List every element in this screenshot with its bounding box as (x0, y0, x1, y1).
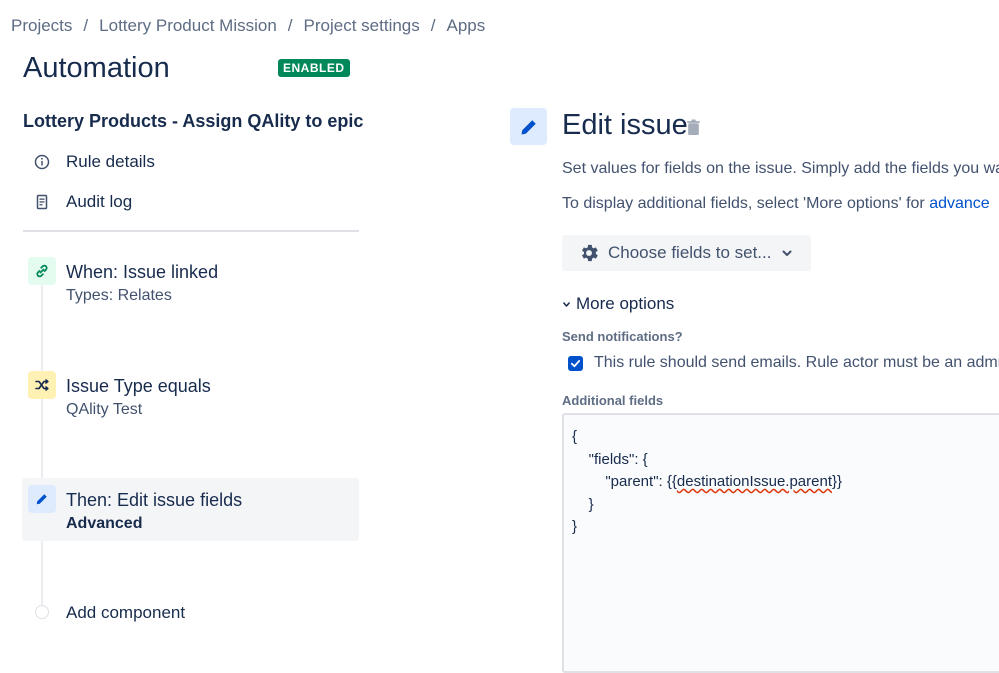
additional-fields-editor[interactable]: { "fields": { "parent": {{destinationIss… (562, 413, 999, 673)
rule-details-label: Rule details (66, 152, 155, 171)
action-step[interactable]: Then: Edit issue fields Advanced (28, 485, 242, 533)
hint-text: To display additional fields, select 'Mo… (562, 195, 930, 212)
rule-name: Lottery Products - Assign QAlity to epic (23, 111, 364, 131)
code-line: { (572, 428, 578, 445)
code-line: "fields": { (572, 450, 648, 468)
code-line: } (572, 495, 594, 513)
step-title: Issue Type equals (66, 376, 211, 396)
info-icon (34, 154, 50, 170)
step-title: When: Issue linked (66, 262, 219, 282)
chevron-down-icon (562, 300, 571, 309)
trigger-step[interactable]: When: Issue linked Types: Relates (28, 257, 218, 305)
edit-issue-icon (510, 108, 547, 145)
breadcrumb-item-project-settings[interactable]: Project settings (304, 16, 420, 35)
trash-icon[interactable] (686, 119, 701, 141)
send-notifications-label: Send notifications? (562, 329, 683, 344)
rule-details-link[interactable]: Rule details (34, 152, 155, 172)
add-component-button[interactable]: Add component (66, 603, 185, 623)
step-title: Then: Edit issue fields (66, 490, 243, 510)
page-title: Automation (23, 52, 170, 84)
condition-step[interactable]: Issue Type equals QAlity Test (28, 371, 211, 419)
breadcrumb-item-project[interactable]: Lottery Product Mission (99, 16, 277, 35)
edit-issue-description: Set values for fields on the issue. Simp… (562, 160, 999, 177)
audit-log-label: Audit log (66, 192, 133, 211)
additional-fields-label: Additional fields (562, 393, 664, 408)
choose-fields-button[interactable]: Choose fields to set... (562, 235, 811, 271)
smart-value-token: destinationIssue.parent (676, 473, 832, 490)
code-line: } (572, 518, 578, 535)
gear-icon (578, 242, 600, 264)
shuffle-icon (28, 371, 56, 399)
breadcrumb-separator: / (287, 16, 293, 35)
chevron-down-icon (781, 247, 793, 259)
send-notifications-checkbox[interactable] (568, 355, 583, 371)
status-badge: ENABLED (278, 59, 350, 77)
breadcrumb-separator: / (83, 16, 89, 35)
timeline-line (41, 285, 43, 605)
breadcrumb: Projects / Lottery Product Mission / Project… (11, 16, 485, 36)
send-notifications-text: This rule should send emails. Rule actor… (594, 354, 999, 371)
breadcrumb-separator: / (430, 16, 436, 35)
audit-log-link[interactable]: Audit log (34, 192, 132, 212)
code-content: { "fields": { "parent": {{destinationIss… (572, 426, 842, 539)
code-line: "parent": {{destinationIssue.parent}} (572, 473, 843, 490)
edit-issue-title: Edit issue (562, 109, 688, 141)
pencil-icon (28, 485, 56, 513)
divider (23, 230, 359, 232)
step-subtitle: QAlity Test (66, 401, 143, 418)
more-options-label: More options (576, 294, 675, 313)
breadcrumb-item-apps[interactable]: Apps (447, 16, 486, 35)
advanced-link[interactable]: advance (929, 195, 990, 212)
step-subtitle: Types: Relates (66, 287, 172, 304)
breadcrumb-item-projects[interactable]: Projects (11, 16, 72, 35)
more-options-toggle[interactable]: More options (562, 294, 674, 314)
add-component-dot (35, 605, 49, 619)
document-icon (34, 194, 50, 210)
send-notifications-row: This rule should send emails. Rule actor… (568, 354, 999, 372)
choose-fields-label: Choose fields to set... (608, 243, 772, 262)
link-icon (28, 257, 56, 285)
additional-fields-hint: To display additional fields, select 'Mo… (562, 195, 990, 213)
step-subtitle: Advanced (66, 515, 143, 532)
